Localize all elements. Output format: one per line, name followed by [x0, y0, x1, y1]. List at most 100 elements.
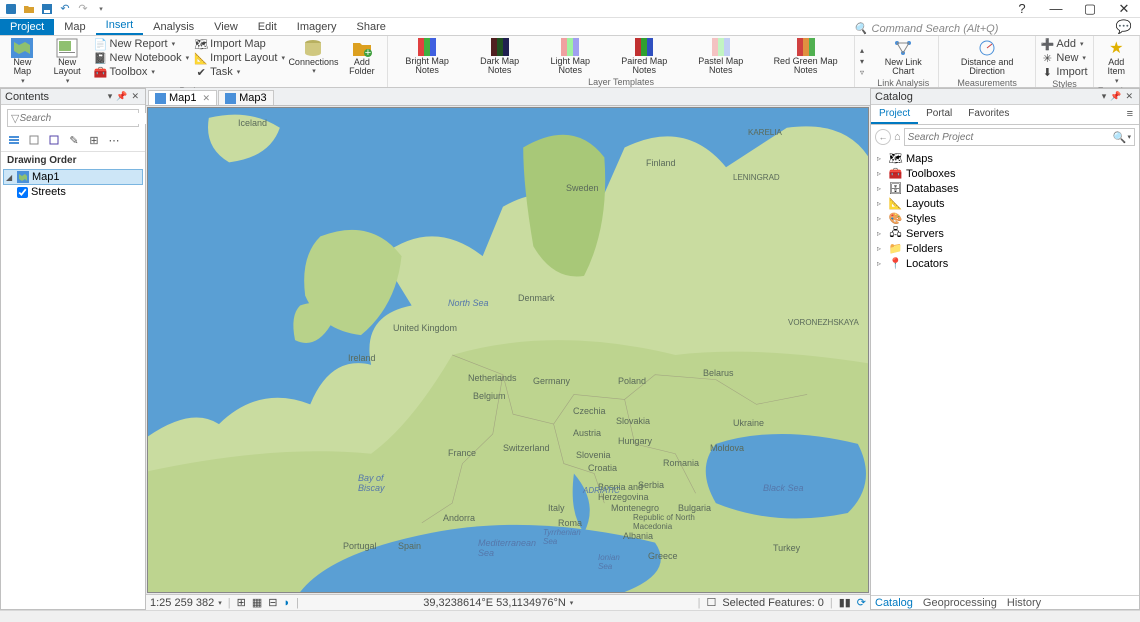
layer-template-button[interactable]: Red Green Map Notes	[760, 37, 852, 77]
filter-icon[interactable]: ▽	[11, 112, 19, 125]
pause-drawing-icon[interactable]: ▮▮	[839, 596, 851, 609]
tree-map-node[interactable]: ◢ Map1	[3, 169, 143, 185]
layer-templates-scroll[interactable]: ▴▾▿	[855, 36, 868, 87]
catalog-search-input[interactable]	[908, 132, 1113, 143]
import-map-button[interactable]: 🗺Import Map	[193, 37, 287, 51]
refresh-icon[interactable]: ⟳	[857, 596, 866, 609]
tree-layer-streets[interactable]: Streets	[3, 185, 143, 199]
home-icon[interactable]: ⌂	[894, 131, 901, 143]
catalog-tab-favorites[interactable]: Favorites	[960, 105, 1017, 124]
catalog-dropdown-icon[interactable]: ▾	[1100, 91, 1109, 102]
search-icon[interactable]: 🔍	[1113, 131, 1127, 144]
list-by-snapping-icon[interactable]: ⊞	[87, 133, 101, 147]
list-by-source-icon[interactable]	[27, 133, 41, 147]
coords-dropdown-icon[interactable]: ▾	[570, 599, 574, 607]
new-layout-button[interactable]: New Layout▾	[44, 37, 91, 86]
dynamic-icon[interactable]: ◗	[283, 597, 290, 609]
expand-icon[interactable]: ▹	[877, 229, 885, 238]
layer-visibility-checkbox[interactable]	[17, 187, 28, 198]
styles-add-button[interactable]: ➕Add▾	[1039, 37, 1089, 51]
bottom-tab-geoprocessing[interactable]: Geoprocessing	[923, 597, 997, 609]
scale-dropdown-icon[interactable]: ▾	[218, 599, 222, 607]
scale-control[interactable]: 1:25 259 382 ▾	[150, 597, 222, 609]
ribbon-tab-share[interactable]: Share	[347, 19, 396, 35]
redo-icon[interactable]: ↷	[76, 2, 90, 16]
constraint-icon[interactable]: ⊞	[237, 596, 246, 609]
contents-dropdown-icon[interactable]: ▾	[106, 91, 115, 102]
layer-template-button[interactable]: Dark Map Notes	[465, 37, 533, 77]
list-by-drawing-order-icon[interactable]	[7, 133, 21, 147]
ribbon-tab-analysis[interactable]: Analysis	[143, 19, 204, 35]
catalog-item-databases[interactable]: ▹🗄Databases	[875, 181, 1135, 196]
list-by-editing-icon[interactable]: ✎	[67, 133, 81, 147]
expand-icon[interactable]: ▹	[877, 184, 885, 193]
save-project-icon[interactable]	[40, 2, 54, 16]
close-tab-icon[interactable]: ✕	[203, 93, 211, 104]
search-dropdown-icon[interactable]: ▾	[1127, 133, 1131, 141]
help-button[interactable]: ?	[1010, 2, 1034, 16]
catalog-close-icon[interactable]: ✕	[1123, 91, 1135, 102]
contents-pin-icon[interactable]: 📌	[114, 91, 129, 102]
add-folder-button[interactable]: + Add Folder	[340, 37, 384, 78]
expand-icon[interactable]: ▹	[877, 259, 885, 268]
snap-icon[interactable]: ▦	[252, 596, 262, 609]
map-canvas[interactable]: Iceland Sweden Finland KARELIA LENINGRAD…	[147, 107, 869, 593]
styles-import-button[interactable]: ⬇Import	[1039, 65, 1089, 79]
catalog-item-servers[interactable]: ▹🖧Servers	[875, 226, 1135, 241]
selection-icon[interactable]: ☐	[706, 596, 716, 609]
notifications-icon[interactable]: 💬	[1108, 19, 1140, 35]
distance-direction-button[interactable]: Distance and Direction	[942, 37, 1033, 78]
new-project-icon[interactable]	[4, 2, 18, 16]
layer-template-button[interactable]: Bright Map Notes	[391, 37, 464, 77]
list-by-selection-icon[interactable]	[47, 133, 61, 147]
import-layout-button[interactable]: 📐Import Layout▾	[193, 51, 287, 65]
catalog-menu-icon[interactable]: ≡	[1121, 105, 1139, 124]
minimize-button[interactable]: —	[1044, 2, 1068, 16]
new-report-button[interactable]: 📄New Report▾	[93, 37, 192, 51]
ribbon-tab-imagery[interactable]: Imagery	[287, 19, 347, 35]
catalog-search[interactable]: 🔍 ▾	[904, 128, 1135, 146]
catalog-tab-project[interactable]: Project	[871, 105, 918, 124]
expand-icon[interactable]: ▹	[877, 244, 885, 253]
catalog-item-folders[interactable]: ▹📁Folders	[875, 241, 1135, 256]
command-search[interactable]: 🔍 Command Search (Alt+Q)	[848, 22, 1108, 35]
catalog-item-layouts[interactable]: ▹📐Layouts	[875, 196, 1135, 211]
coordinates-readout[interactable]: 39,3238614°E 53,1134976°N ▾	[423, 597, 573, 609]
qat-dropdown-icon[interactable]: ▾	[94, 2, 108, 16]
layer-template-button[interactable]: Light Map Notes	[536, 37, 605, 77]
new-notebook-button[interactable]: 📓New Notebook▾	[93, 51, 192, 65]
open-project-icon[interactable]	[22, 2, 36, 16]
ribbon-tab-project[interactable]: Project	[0, 19, 54, 35]
toolbox-button[interactable]: 🧰Toolbox▾	[93, 65, 192, 79]
styles-new-button[interactable]: ✳New▾	[1039, 51, 1089, 65]
contents-close-icon[interactable]: ✕	[129, 91, 141, 102]
restore-button[interactable]: ▢	[1078, 2, 1102, 16]
contents-more-icon[interactable]: ⋯	[107, 133, 121, 147]
ribbon-tab-view[interactable]: View	[204, 19, 248, 35]
connections-button[interactable]: Connections▾	[289, 37, 338, 76]
view-tab-map1[interactable]: Map1 ✕	[148, 90, 217, 105]
view-tab-map3[interactable]: Map3	[218, 90, 274, 105]
add-favorite-item-button[interactable]: ★ Add Item▾	[1097, 37, 1136, 86]
grid-icon[interactable]: ⊟	[268, 596, 277, 609]
catalog-item-styles[interactable]: ▹🎨Styles	[875, 211, 1135, 226]
undo-icon[interactable]: ↶	[58, 2, 72, 16]
bottom-tab-catalog[interactable]: Catalog	[875, 597, 913, 609]
expand-icon[interactable]: ▹	[877, 214, 885, 223]
layer-template-button[interactable]: Pastel Map Notes	[684, 37, 758, 77]
contents-search[interactable]: ▽ 🔍 ▾	[7, 109, 139, 127]
expand-icon[interactable]: ▹	[877, 169, 885, 178]
catalog-item-maps[interactable]: ▹🗺Maps	[875, 151, 1135, 166]
ribbon-tab-edit[interactable]: Edit	[248, 19, 287, 35]
catalog-item-toolboxes[interactable]: ▹🧰Toolboxes	[875, 166, 1135, 181]
expand-icon[interactable]: ▹	[877, 199, 885, 208]
new-map-button[interactable]: New Map▾	[3, 37, 42, 86]
ribbon-tab-map[interactable]: Map	[54, 19, 95, 35]
bottom-tab-history[interactable]: History	[1007, 597, 1041, 609]
close-button[interactable]: ✕	[1112, 2, 1136, 16]
ribbon-tab-insert[interactable]: Insert	[96, 17, 144, 35]
new-link-chart-button[interactable]: New Link Chart	[872, 37, 935, 78]
catalog-item-locators[interactable]: ▹📍Locators	[875, 256, 1135, 271]
collapse-icon[interactable]: ◢	[6, 173, 14, 182]
layer-template-button[interactable]: Paired Map Notes	[607, 37, 682, 77]
